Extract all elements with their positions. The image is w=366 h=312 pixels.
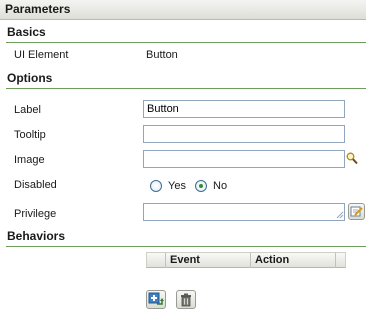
disabled-no-radio[interactable] (195, 180, 207, 192)
column-divider (335, 253, 336, 268)
label-input[interactable] (143, 100, 345, 118)
image-label: Image (14, 154, 45, 166)
grid-selector-column (147, 253, 165, 268)
basics-section: Basics (0, 24, 366, 43)
privilege-label: Privilege (14, 208, 57, 220)
tooltip-input[interactable] (143, 125, 345, 143)
edit-icon (350, 206, 363, 217)
label-label: Label (14, 104, 41, 116)
magnifier-icon[interactable] (346, 152, 358, 165)
image-input[interactable] (143, 150, 345, 168)
add-behavior-icon (148, 292, 164, 305)
trash-icon (181, 293, 191, 307)
column-action[interactable]: Action (251, 253, 335, 268)
tooltip-label: Tooltip (14, 129, 46, 141)
panel-title: Parameters (0, 0, 366, 20)
disabled-label: Disabled (14, 179, 57, 191)
section-divider (6, 246, 366, 247)
column-event[interactable]: Event (166, 253, 250, 268)
basics-heading: Basics (7, 25, 46, 39)
behaviors-grid-header: Event Action (146, 252, 346, 268)
delete-behavior-button[interactable] (176, 290, 196, 309)
disabled-yes-radio[interactable] (150, 180, 162, 192)
privilege-input[interactable] (143, 203, 345, 221)
behaviors-section: Behaviors (0, 228, 366, 247)
behaviors-heading: Behaviors (7, 229, 66, 243)
disabled-yes-label[interactable]: Yes (168, 180, 186, 192)
resize-grip-icon (336, 211, 344, 219)
section-divider (6, 42, 366, 43)
options-heading: Options (7, 71, 53, 85)
section-divider (6, 88, 366, 89)
options-section: Options (0, 70, 366, 89)
ui-element-value: Button (146, 49, 178, 61)
disabled-no-label[interactable]: No (213, 180, 227, 192)
add-behavior-button[interactable] (146, 290, 166, 309)
ui-element-label: UI Element (14, 49, 69, 61)
privilege-edit-button[interactable] (348, 203, 365, 220)
